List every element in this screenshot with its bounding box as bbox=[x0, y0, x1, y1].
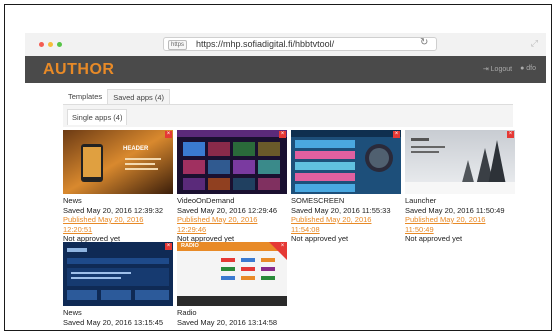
app-meta: VideoOnDemand Saved May 20, 2016 12:29:4… bbox=[177, 196, 287, 244]
published-link[interactable]: Published May 20, 2016 12:20:51 bbox=[63, 215, 173, 234]
saved-date: Saved May 20, 2016 12:39:32 bbox=[63, 205, 164, 215]
app-card[interactable]: RADIO × Radio Saved May 20, 2016 13:14:5… bbox=[177, 242, 287, 327]
app-thumbnail[interactable]: HEADER × bbox=[63, 130, 173, 194]
browser-toolbar: https https://mhp.sofiadigital.fi/hbbtvt… bbox=[25, 33, 546, 57]
app-thumbnail[interactable]: RADIO × bbox=[177, 242, 287, 306]
app-name: SOMESCREEN bbox=[291, 196, 345, 205]
app-card[interactable]: × VideoOnDemand Saved May 20, 2016 12:29… bbox=[177, 130, 287, 244]
address-bar[interactable]: https https://mhp.sofiadigital.fi/hbbtvt… bbox=[163, 37, 437, 51]
user-name: dfo bbox=[526, 65, 536, 72]
fullscreen-icon[interactable]: ⤢ bbox=[531, 38, 538, 49]
maximize-window-icon[interactable] bbox=[57, 42, 62, 47]
window-controls bbox=[39, 42, 62, 47]
thumbnail-title: RADIO bbox=[181, 243, 199, 249]
approval-status: Not approved yet bbox=[291, 234, 349, 243]
header-user-area: ⇥ Logout ● dfo bbox=[483, 65, 536, 73]
reload-icon[interactable]: ↻ bbox=[420, 37, 428, 48]
app-meta: Radio Saved May 20, 2016 13:14:58 bbox=[177, 308, 287, 327]
screenshot-frame: https https://mhp.sofiadigital.fi/hbbtvt… bbox=[4, 4, 552, 331]
app-thumbnail[interactable]: × bbox=[405, 130, 515, 194]
radio-thumbnail-image bbox=[177, 242, 287, 306]
logout-label: Logout bbox=[490, 66, 513, 73]
launcher-thumbnail-image bbox=[405, 130, 515, 194]
published-link[interactable]: Published May 20, 2016 11:54:08 bbox=[291, 215, 401, 234]
delete-icon[interactable]: × bbox=[393, 131, 400, 138]
delete-icon[interactable]: × bbox=[507, 131, 514, 138]
subtab-single-apps[interactable]: Single apps (4) bbox=[67, 109, 128, 125]
app-meta: Launcher Saved May 20, 2016 11:50:49 Pub… bbox=[405, 196, 515, 244]
app-meta: News Saved May 20, 2016 13:15:45 bbox=[63, 308, 173, 327]
app-card[interactable]: × News Saved May 20, 2016 13:15:45 bbox=[63, 242, 173, 327]
minimize-window-icon[interactable] bbox=[48, 42, 53, 47]
app-name: Launcher bbox=[405, 196, 437, 205]
tab-saved-apps[interactable]: Saved apps (4) bbox=[107, 89, 171, 105]
thumbnail-title: HEADER bbox=[123, 146, 149, 152]
delete-icon[interactable]: × bbox=[165, 243, 172, 250]
tab-templates[interactable]: Templates bbox=[63, 89, 107, 104]
published-link[interactable]: Published May 20, 2016 12:29:46 bbox=[177, 215, 287, 234]
app-logo[interactable]: AUTHOR bbox=[43, 61, 114, 79]
app-thumbnail[interactable]: × bbox=[177, 130, 287, 194]
app-thumbnail[interactable]: × bbox=[63, 242, 173, 306]
delete-icon[interactable]: × bbox=[279, 243, 286, 250]
news2-thumbnail-image bbox=[63, 242, 173, 306]
news-thumbnail-image bbox=[63, 130, 173, 194]
app-name: VideoOnDemand bbox=[177, 196, 235, 205]
user-menu[interactable]: ● dfo bbox=[520, 65, 536, 73]
saved-date: Saved May 20, 2016 13:14:58 bbox=[177, 317, 278, 327]
delete-icon[interactable]: × bbox=[165, 131, 172, 138]
app-name: News bbox=[63, 196, 82, 205]
app-thumbnail[interactable]: × bbox=[291, 130, 401, 194]
app-name: News bbox=[63, 308, 82, 317]
https-badge: https bbox=[168, 40, 188, 50]
vod-thumbnail-image bbox=[177, 130, 287, 194]
app-header: AUTHOR ⇥ Logout ● dfo bbox=[25, 56, 546, 83]
main-tabs: Templates Saved apps (4) bbox=[63, 89, 171, 105]
close-window-icon[interactable] bbox=[39, 42, 44, 47]
sub-tab-bar: Single apps (4) bbox=[63, 104, 513, 127]
app-name: Radio bbox=[177, 308, 197, 317]
app-meta: News Saved May 20, 2016 12:39:32 Publish… bbox=[63, 196, 173, 244]
published-link[interactable]: Published May 20, 2016 11:50:49 bbox=[405, 215, 515, 234]
delete-icon[interactable]: × bbox=[279, 131, 286, 138]
logout-icon: ⇥ bbox=[482, 66, 489, 73]
somescreen-thumbnail-image bbox=[291, 130, 401, 194]
app-card[interactable]: × SOMESCREEN Saved May 20, 2016 11:55:33… bbox=[291, 130, 401, 244]
app-card[interactable]: HEADER × News Saved May 20, 2016 12:39:3… bbox=[63, 130, 173, 244]
saved-date: Saved May 20, 2016 11:50:49 bbox=[405, 205, 505, 215]
url-text: https://mhp.sofiadigital.fi/hbbtvtool/ bbox=[196, 39, 335, 49]
app-card[interactable]: × Launcher Saved May 20, 2016 11:50:49 P… bbox=[405, 130, 515, 244]
app-meta: SOMESCREEN Saved May 20, 2016 11:55:33 P… bbox=[291, 196, 401, 244]
user-icon: ● bbox=[520, 65, 525, 72]
saved-date: Saved May 20, 2016 11:55:33 bbox=[291, 205, 391, 215]
saved-date: Saved May 20, 2016 13:15:45 bbox=[63, 317, 164, 327]
logout-link[interactable]: ⇥ Logout bbox=[483, 65, 512, 73]
approval-status: Not approved yet bbox=[405, 234, 463, 243]
saved-date: Saved May 20, 2016 12:29:46 bbox=[177, 205, 278, 215]
